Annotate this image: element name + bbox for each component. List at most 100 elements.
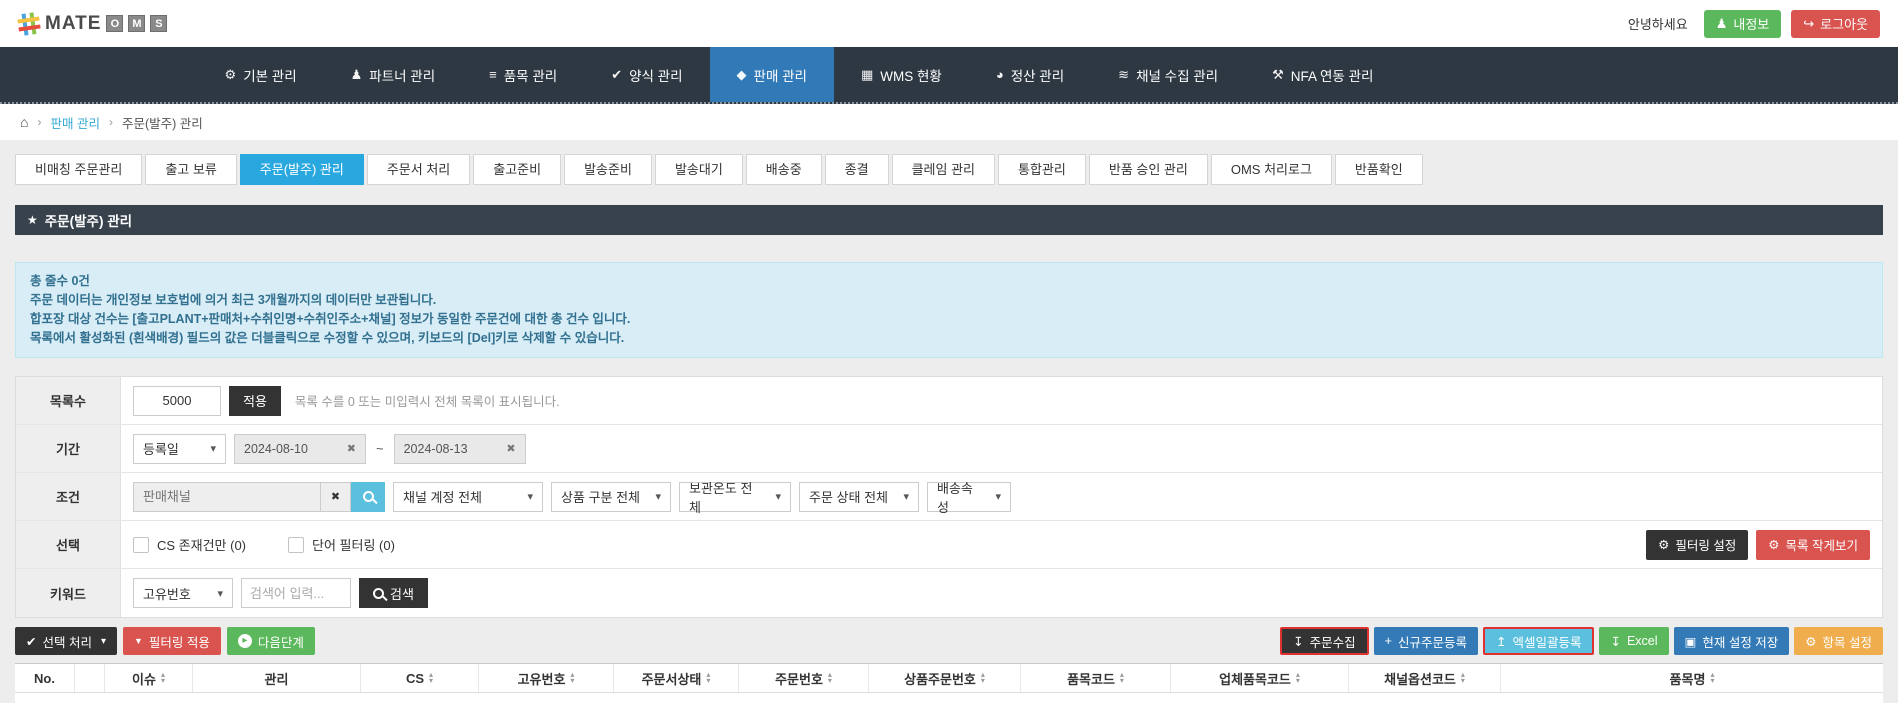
column-header-cs[interactable]: CS ▴ ▾ [361, 664, 479, 692]
checkbox-icon[interactable] [288, 536, 305, 553]
tab-claims[interactable]: 클레임 관리 [891, 154, 996, 185]
button-label: 목록 작게보기 [1785, 539, 1858, 553]
nav-item-partner[interactable]: ♟ 파트너 관리 [324, 47, 463, 102]
nav-item-items[interactable]: ≡ 품목 관리 [462, 47, 584, 102]
compact-view-button[interactable]: ⚙ 목록 작게보기 [1756, 529, 1870, 560]
sort-icon[interactable]: ▴ ▾ [1461, 671, 1465, 685]
filter-settings-button[interactable]: ⚙ 필터링 설정 [1646, 529, 1749, 560]
logout-button[interactable]: ↪ 로그아웃 [1791, 9, 1880, 38]
tab-return-approval[interactable]: 반품 승인 관리 [1088, 154, 1208, 185]
list-count-hint: 목록 수를 0 또는 미입력시 전체 목록이 표시됩니다. [294, 395, 560, 409]
excel-bulk-upload-button[interactable]: ↥ 엑셀일괄등록 [1482, 627, 1595, 655]
delivery-attr-select[interactable]: 배송속성 ▾ [927, 481, 1011, 515]
date-from-field[interactable]: 2024-08-10 ✖ [234, 433, 366, 464]
nav-item-settlement[interactable]: ◕ 정산 관리 [969, 47, 1091, 102]
column-header-item-code[interactable]: 품목코드 ▴ ▾ [1021, 664, 1171, 692]
word-filter-checkbox-group[interactable]: 단어 필터링 (0) [288, 535, 395, 554]
item-settings-button[interactable]: ⚙ 항목 설정 [1794, 627, 1883, 655]
download-icon: ↧ [1293, 634, 1304, 649]
nav-item-wms[interactable]: ▦ WMS 현황 [834, 47, 969, 102]
logo-box-o: O [106, 15, 124, 32]
tab-in-delivery[interactable]: 배송중 [745, 154, 822, 185]
sort-icon[interactable]: ▴ ▾ [429, 671, 433, 685]
tab-dispatch-wait[interactable]: 발송대기 [654, 154, 743, 185]
product-type-select[interactable]: 상품 구분 전체 ▾ [551, 481, 671, 512]
sort-icon[interactable]: ▴ ▾ [570, 671, 574, 685]
sub-tabs: 비매칭 주문관리 출고 보류 주문(발주) 관리 주문서 처리 출고준비 발송준… [15, 154, 1883, 185]
sort-icon[interactable]: ▴ ▾ [828, 671, 832, 685]
clear-icon[interactable]: ✖ [347, 442, 356, 455]
column-header-no: No. [15, 664, 75, 692]
sort-icon[interactable]: ▴ ▾ [161, 671, 165, 685]
nav-item-basic[interactable]: ⚙ 기본 관리 [198, 47, 324, 102]
list-count-input[interactable] [133, 385, 221, 416]
new-order-button[interactable]: + 신규주문등록 [1373, 627, 1478, 655]
gem-icon: ◆ [736, 66, 747, 82]
channel-account-select[interactable]: 채널 계정 전체 ▾ [393, 481, 543, 512]
my-info-button[interactable]: ♟ 내정보 [1703, 9, 1782, 38]
sort-icon[interactable]: ▴ ▾ [706, 671, 710, 685]
keyword-search-input[interactable] [241, 578, 351, 608]
column-header-checkbox[interactable] [75, 664, 105, 692]
apply-button[interactable]: 적용 [229, 385, 281, 416]
button-label: Excel [1626, 634, 1658, 648]
tab-unmatched-orders[interactable]: 비매칭 주문관리 [15, 154, 143, 185]
column-header-order-no[interactable]: 주문번호 ▴ ▾ [739, 664, 869, 692]
apply-filter-button[interactable]: ▼ 필터링 적용 [123, 627, 221, 655]
tab-shipment-hold[interactable]: 출고 보류 [145, 154, 237, 185]
tab-dispatch-prep[interactable]: 발송준비 [564, 154, 652, 185]
filter-row-keyword: 키워드 고유번호 ▾ 검색 [16, 569, 1882, 617]
channel-search-button[interactable] [351, 481, 385, 512]
sort-icon[interactable]: ▴ ▾ [1296, 671, 1300, 685]
greeting-text: 안녕하세요 [1627, 17, 1688, 32]
nav-item-sales[interactable]: ◆ 판매 관리 [709, 47, 834, 102]
nav-item-channel-collect[interactable]: ≋ 채널 수집 관리 [1091, 47, 1245, 102]
arrow-circle-icon: ▸ [237, 634, 252, 648]
sort-icon[interactable]: ▴ ▾ [981, 671, 985, 685]
gear-icon: ⚙ [1658, 538, 1670, 552]
search-button[interactable]: 검색 [359, 578, 428, 608]
clear-icon[interactable]: ✖ [506, 442, 515, 455]
column-header-item-name[interactable]: 품목명 ▴ ▾ [1501, 664, 1883, 692]
nav-item-forms[interactable]: ✔ 양식 관리 [584, 47, 709, 102]
sort-icon[interactable]: ▴ ▾ [1120, 671, 1124, 685]
tab-integrated[interactable]: 통합관리 [998, 154, 1086, 185]
tab-oms-log[interactable]: OMS 처리로그 [1210, 154, 1332, 185]
clear-icon[interactable]: ✖ [321, 481, 351, 512]
tab-shipment-prep[interactable]: 출고준비 [473, 154, 562, 185]
tab-return-confirm[interactable]: 반품확인 [1334, 154, 1423, 185]
select-process-dropdown-button[interactable]: ✔ 선택 처리 ▾ [15, 627, 117, 655]
checkbox-icon[interactable] [133, 536, 149, 553]
sales-channel-input[interactable] [133, 481, 321, 512]
column-header-vendor-item-code[interactable]: 업체품목코드 ▴ ▾ [1171, 664, 1349, 692]
storage-temp-select[interactable]: 보관온도 전체 ▾ [679, 481, 791, 515]
date-to-field[interactable]: 2024-08-13 ✖ [393, 433, 526, 464]
tab-order-management[interactable]: 주문(발주) 관리 [239, 154, 364, 185]
filter-panel: 목록수 적용 목록 수를 0 또는 미입력시 전체 목록이 표시됩니다. 기간 … [15, 376, 1883, 618]
excel-download-button[interactable]: ↧ Excel [1599, 627, 1669, 655]
breadcrumb: ⌂ › 판매 관리 › 주문(발주) 관리 [0, 104, 1898, 140]
save-settings-button[interactable]: ▣ 현재 설정 저장 [1673, 627, 1790, 655]
column-header-unique-no[interactable]: 고유번호 ▴ ▾ [479, 664, 614, 692]
selected-value: 배송속성 [937, 480, 973, 515]
sort-icon[interactable]: ▴ ▾ [1710, 671, 1714, 685]
home-icon[interactable]: ⌂ [20, 114, 28, 130]
collect-orders-button[interactable]: ↧ 주문수집 [1280, 627, 1369, 655]
nav-item-nfa[interactable]: ⚒ NFA 연동 관리 [1245, 47, 1400, 102]
next-step-button[interactable]: ▸ 다음단계 [226, 627, 315, 655]
tab-order-processing[interactable]: 주문서 처리 [366, 154, 471, 185]
cs-only-checkbox-group[interactable]: CS 존재건만 (0) [133, 535, 246, 554]
keyword-type-select[interactable]: 고유번호 ▾ [133, 578, 233, 608]
breadcrumb-section-link[interactable]: 판매 관리 [50, 113, 99, 132]
column-header-channel-option-code[interactable]: 채널옵션코드 ▴ ▾ [1349, 664, 1501, 692]
column-header-product-order-no[interactable]: 상품주문번호 ▴ ▾ [869, 664, 1021, 692]
app-logo[interactable]: MATE O M S [17, 11, 168, 36]
tab-closed[interactable]: 종결 [824, 154, 889, 185]
column-header-issue[interactable]: 이슈 ▴ ▾ [105, 664, 193, 692]
column-header-order-sheet-status[interactable]: 주문서상태 ▴ ▾ [614, 664, 739, 692]
star-icon: ★ [27, 213, 38, 227]
screen-icon: ▦ [860, 66, 874, 82]
period-type-select[interactable]: 등록일 ▾ [133, 433, 226, 464]
order-status-select[interactable]: 주문 상태 전체 ▾ [799, 481, 919, 512]
filter-row-period: 기간 등록일 ▾ 2024-08-10 ✖ ~ 2024-08-13 ✖ [16, 425, 1882, 473]
